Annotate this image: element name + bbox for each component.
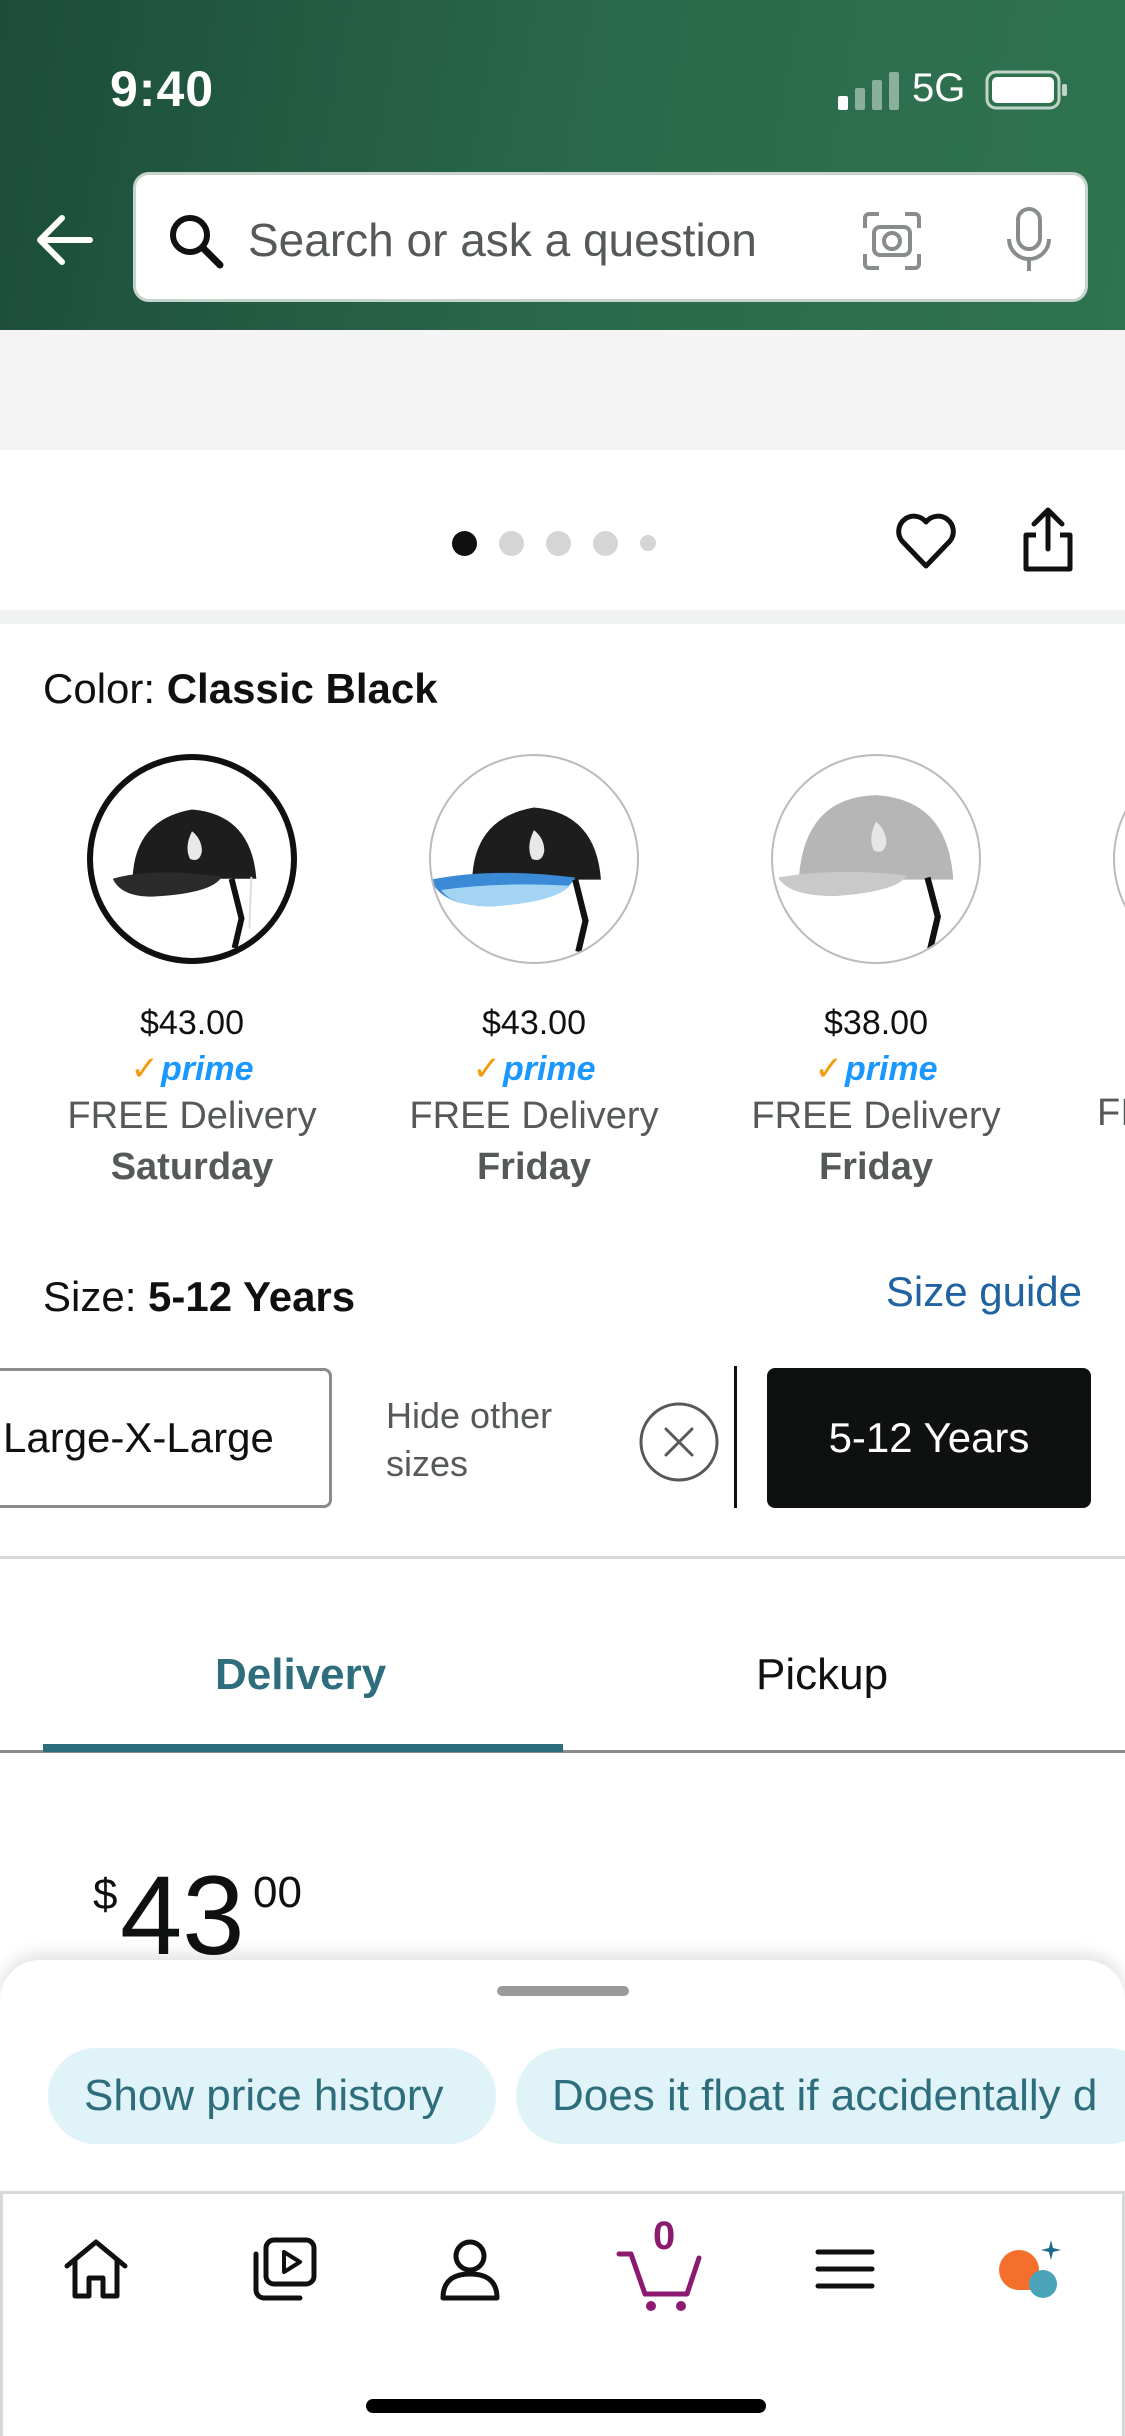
app-header: 9:40 5G Search or ask a question	[0, 0, 1125, 330]
color-option-classic-black[interactable]: $43.00 ✓prime FREE Delivery Saturday	[20, 754, 364, 1189]
battery-icon	[985, 70, 1067, 110]
pager-dot[interactable]	[593, 530, 618, 556]
status-time: 9:40	[110, 61, 215, 117]
option-price: $43.00	[140, 1004, 244, 1042]
cart-button[interactable]: 0	[615, 2214, 705, 2314]
suggestion-chip[interactable]: Show price history	[48, 2048, 496, 2144]
close-circle-icon[interactable]	[637, 1400, 721, 1484]
tab-active-indicator	[43, 1744, 563, 1752]
delivery-text: FREE Delivery	[751, 1095, 1001, 1137]
size-label-prefix: Size:	[43, 1273, 137, 1320]
color-option-2[interactable]: $43.00 ✓prime FREE Delivery Friday	[362, 754, 706, 1189]
image-pager[interactable]	[452, 528, 656, 558]
color-label: Color: Classic Black	[43, 665, 438, 713]
color-selected-value: Classic Black	[166, 665, 438, 712]
tab-pickup[interactable]: Pickup	[756, 1650, 888, 1700]
hide-sizes-line2: sizes	[386, 1443, 469, 1484]
account-icon[interactable]	[433, 2232, 507, 2306]
signal-icon	[838, 72, 899, 110]
banner-area	[0, 330, 1125, 450]
sheet-handle[interactable]	[497, 1986, 629, 1996]
delivery-day: Friday	[818, 1146, 934, 1188]
option-price: $38.00	[824, 1004, 928, 1042]
size-separator	[734, 1366, 737, 1508]
back-arrow-icon[interactable]	[30, 205, 100, 275]
cart-count: 0	[653, 2214, 676, 2258]
search-icon	[170, 215, 224, 269]
prime-badge: ✓prime	[130, 1050, 254, 1088]
delivery-day: Friday	[476, 1146, 592, 1188]
product-page: 9:40 5G Search or ask a question Color: …	[0, 0, 1125, 2436]
video-icon[interactable]	[248, 2232, 322, 2306]
size-label: Size: 5-12 Years	[43, 1273, 355, 1321]
pager-dot[interactable]	[640, 535, 656, 551]
size-selected-value: 5-12 Years	[148, 1273, 356, 1320]
heart-icon[interactable]	[893, 508, 959, 574]
cap-thumbnail[interactable]	[429, 754, 639, 964]
search-input[interactable]: Search or ask a question	[248, 213, 757, 267]
prime-badge: ✓prime	[472, 1050, 596, 1088]
prime-badge: ✓prime	[814, 1050, 938, 1088]
cap-thumbnail[interactable]	[771, 754, 981, 964]
hide-other-sizes[interactable]: Hide other sizes	[386, 1392, 552, 1488]
option-price: $43.00	[482, 1004, 586, 1042]
cap-thumbnail[interactable]	[87, 754, 297, 964]
section-divider	[0, 1556, 1125, 1559]
delivery-text-partial: FI	[1097, 1092, 1125, 1134]
menu-icon[interactable]	[808, 2232, 882, 2306]
delivery-text: FREE Delivery	[67, 1095, 317, 1137]
hide-sizes-line1: Hide other	[386, 1395, 553, 1436]
delivery-text: FREE Delivery	[409, 1095, 659, 1137]
pager-dot[interactable]	[499, 530, 524, 556]
size-guide-link[interactable]: Size guide	[886, 1268, 1082, 1316]
tab-delivery[interactable]: Delivery	[215, 1650, 386, 1700]
size-option-5-12-years[interactable]: 5-12 Years	[767, 1368, 1091, 1508]
pager-dot[interactable]	[546, 530, 571, 556]
suggestion-chip[interactable]: Does it float if accidentally d	[516, 2048, 1125, 2144]
home-indicator	[366, 2399, 766, 2413]
camera-lens-icon[interactable]	[861, 210, 923, 272]
price-symbol: $	[93, 1870, 118, 1919]
color-option-3[interactable]: $38.00 ✓prime FREE Delivery Friday	[704, 754, 1048, 1189]
share-icon[interactable]	[1018, 505, 1078, 575]
price-fraction: 00	[253, 1868, 302, 1917]
network-type: 5G	[912, 66, 966, 110]
section-divider	[0, 610, 1125, 624]
rufus-assistant-icon[interactable]	[993, 2232, 1067, 2306]
microphone-icon[interactable]	[1001, 205, 1057, 277]
search-bar[interactable]: Search or ask a question	[133, 172, 1088, 302]
pager-dot[interactable]	[452, 530, 477, 556]
color-option-4-partial[interactable]	[1113, 754, 1125, 964]
home-icon[interactable]	[59, 2232, 133, 2306]
size-option-large-x-large[interactable]: Large-X-Large	[0, 1368, 332, 1508]
color-label-prefix: Color:	[43, 665, 156, 712]
delivery-day: Saturday	[110, 1146, 274, 1188]
bottom-nav: 0	[0, 2191, 1125, 2436]
price-whole: 43	[120, 1853, 245, 1978]
